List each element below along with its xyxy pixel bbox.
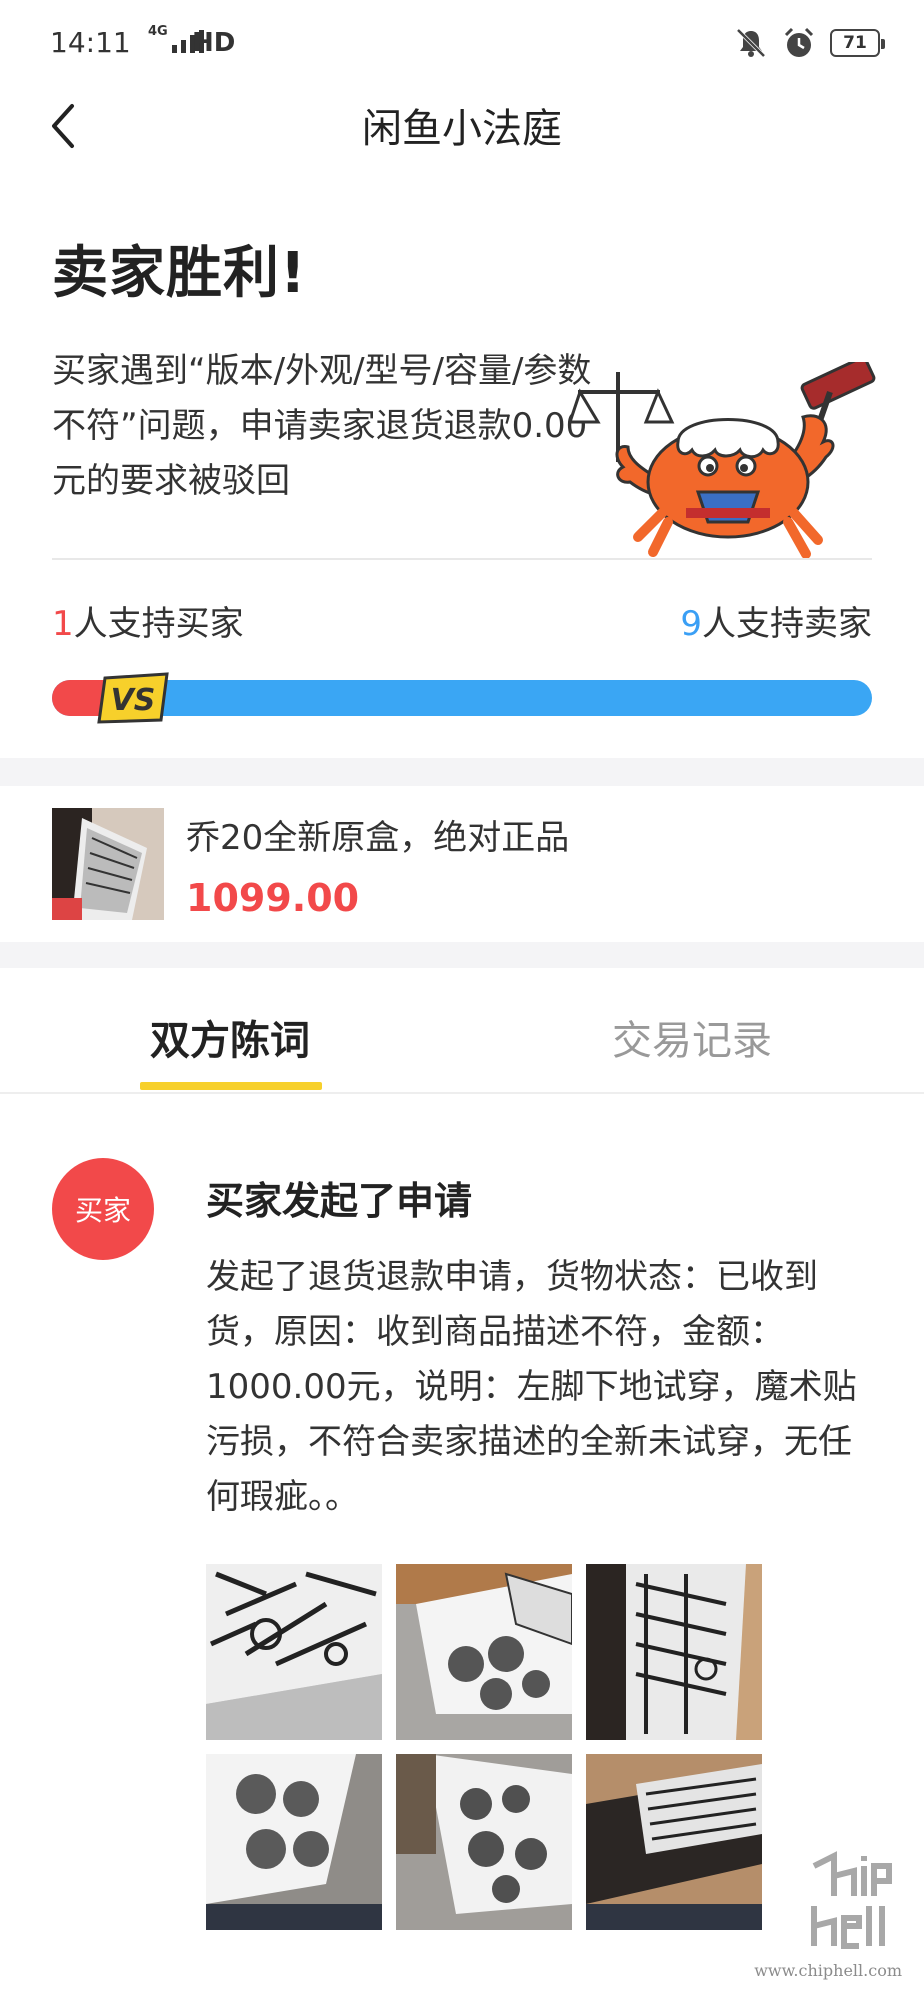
product-price: 1099.00 — [186, 876, 360, 920]
hd-indicator: HD — [192, 28, 236, 58]
status-time: 14:11 — [50, 26, 131, 59]
crab-judge-mascot-icon — [568, 362, 876, 559]
alarm-icon — [784, 27, 814, 57]
watermark-url: www.chiphell.com — [754, 1961, 902, 1980]
evidence-photo[interactable] — [206, 1754, 382, 1930]
tab-statements[interactable]: 双方陈词 — [150, 1008, 310, 1066]
evidence-photo-grid — [206, 1564, 766, 1930]
svg-text:VS: VS — [111, 683, 156, 718]
page-title: 闲鱼小法庭 — [362, 106, 562, 152]
product-image[interactable] — [52, 808, 164, 920]
seller-support-count: 9人支持卖家 — [680, 604, 872, 644]
evidence-photo[interactable] — [586, 1754, 762, 1930]
verdict-title: 卖家胜利! — [52, 241, 307, 306]
vs-badge-icon: VS — [97, 672, 169, 724]
evidence-photo[interactable] — [396, 1564, 572, 1740]
active-tab-indicator — [140, 1082, 322, 1090]
mute-vibrate-icon — [736, 28, 766, 58]
statement-title: 买家发起了申请 — [206, 1179, 473, 1223]
section-gap — [0, 758, 924, 786]
support-ratio-bar: VS — [52, 672, 872, 724]
buyer-role-avatar: 买家 — [52, 1158, 154, 1260]
section-gap — [0, 942, 924, 968]
divider — [0, 1092, 924, 1094]
chiphell-logo-icon — [811, 1851, 892, 1949]
statement-body: 发起了退货退款申请，货物状态：已收到货，原因：收到商品描述不符，金额：1000.… — [206, 1257, 857, 1517]
product-title[interactable]: 乔20全新原盒，绝对正品 — [186, 810, 569, 859]
tab-transaction-records[interactable]: 交易记录 — [612, 1008, 772, 1066]
divider — [52, 558, 872, 560]
evidence-photo[interactable] — [206, 1564, 382, 1740]
chiphell-watermark: www.chiphell.com — [754, 1851, 910, 1984]
verdict-description: 买家遇到“版本/外观/型号/容量/参数不符”问题，申请卖家退货退款0.00元的要… — [52, 351, 592, 501]
buyer-support-count: 1人支持买家 — [52, 604, 244, 644]
nav-bar: 闲鱼小法庭 — [0, 90, 924, 164]
evidence-photo[interactable] — [586, 1564, 762, 1740]
status-bar: 14:11 4G HD 71 — [0, 0, 924, 90]
battery-icon: 71 — [830, 29, 885, 57]
evidence-photo[interactable] — [396, 1754, 572, 1930]
